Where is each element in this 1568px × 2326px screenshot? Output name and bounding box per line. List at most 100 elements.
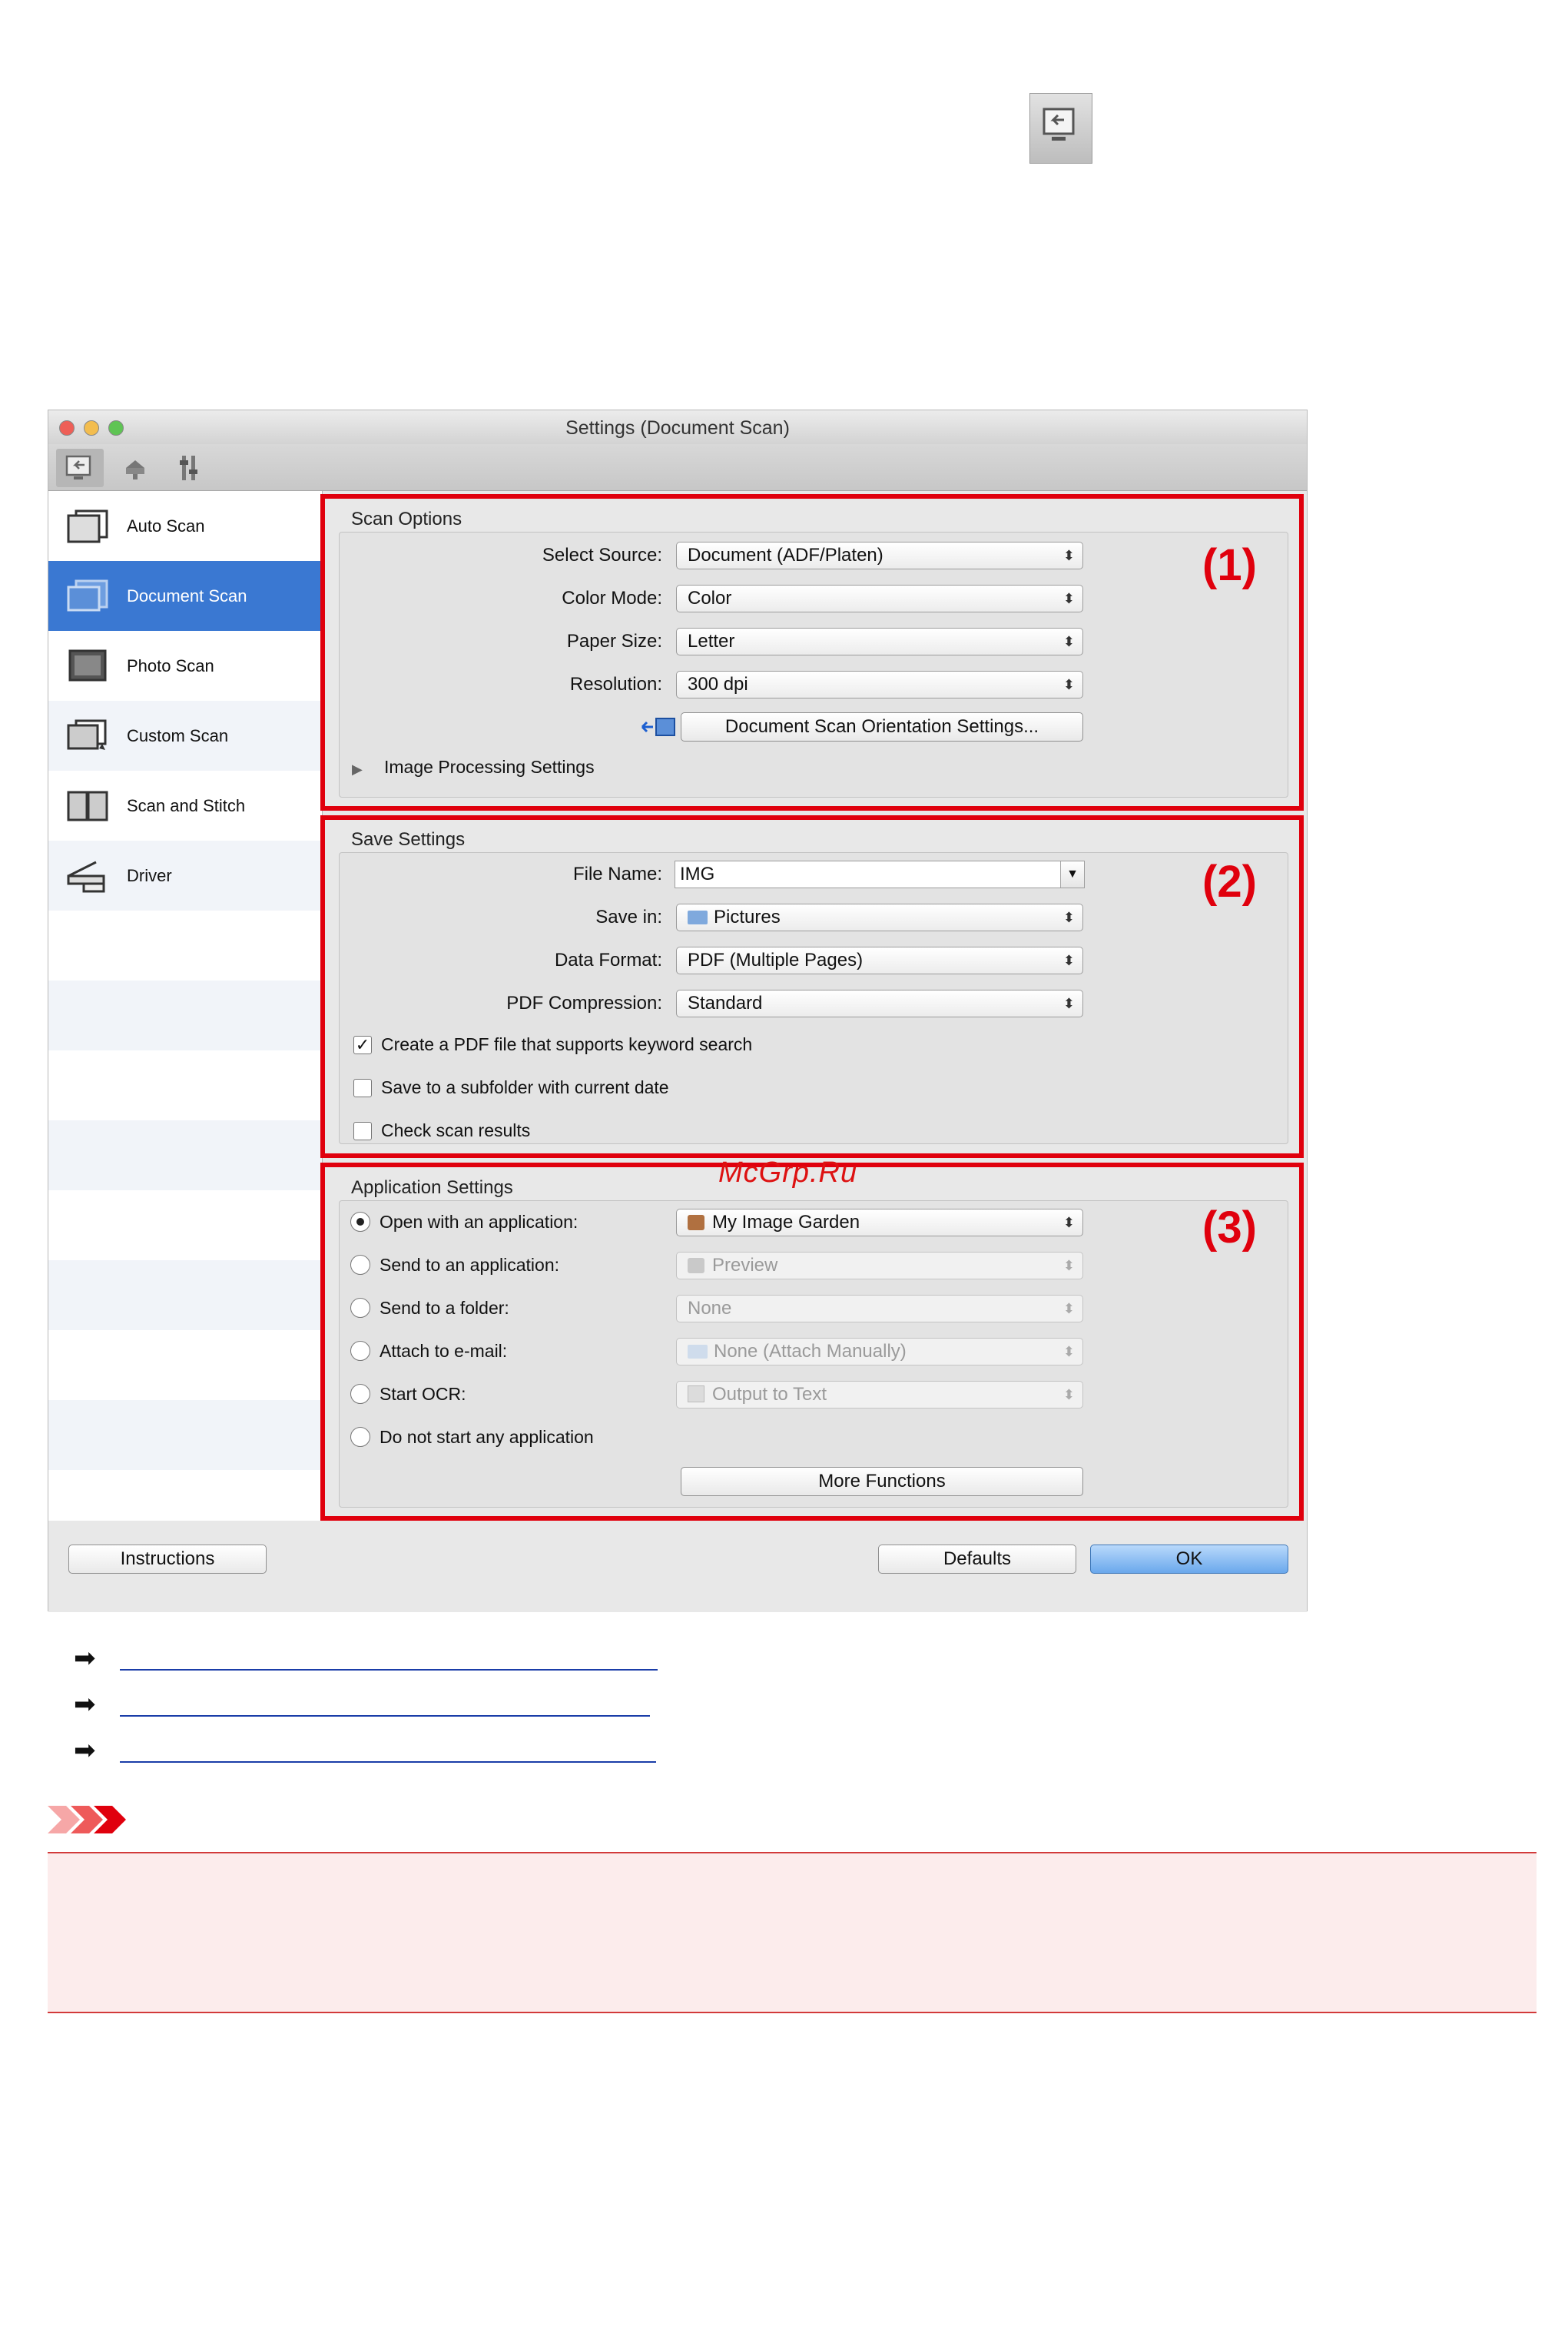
color-mode-popup[interactable]: Color ⬍	[676, 585, 1083, 612]
save-in-value: Pictures	[714, 907, 781, 927]
popup-arrows-icon: ⬍	[1062, 1215, 1075, 1230]
title-bar: Settings (Document Scan)	[48, 410, 1307, 445]
folder-icon	[688, 911, 708, 924]
start-ocr-label: Start OCR:	[380, 1384, 466, 1404]
color-mode-value: Color	[688, 588, 732, 609]
link-row-1[interactable]: ➡	[74, 1643, 688, 1674]
watermark: McGrp.Ru	[718, 1156, 858, 1189]
popup-arrows-icon: ⬍	[1062, 634, 1075, 649]
tab-scan-from-operation-panel[interactable]	[111, 449, 159, 487]
start-ocr-radio[interactable]	[350, 1384, 370, 1404]
save-settings-box: File Name: IMG ▼ Save in: Pictures ⬍ Data …	[339, 852, 1288, 1144]
photo-scan-icon	[65, 647, 110, 685]
save-in-label: Save in:	[595, 907, 662, 927]
more-functions-button[interactable]: More Functions	[681, 1467, 1083, 1496]
color-mode-label: Color Mode:	[562, 588, 662, 609]
scan-options-box: Select Source: Document (ADF/Platen) ⬍ Co…	[339, 532, 1288, 798]
popup-arrows-icon: ⬍	[1062, 910, 1075, 925]
sidebar-empty-row	[48, 1260, 322, 1330]
instructions-button[interactable]: Instructions	[68, 1545, 267, 1574]
sidebar-item-auto-scan[interactable]: Auto Scan	[48, 491, 322, 561]
send-to-folder-label: Send to a folder:	[380, 1298, 509, 1318]
scan-type-sidebar: Auto Scan Document Scan Photo Scan Custo…	[48, 491, 323, 1521]
attach-email-radio[interactable]	[350, 1341, 370, 1361]
image-processing-label[interactable]: Image Processing Settings	[384, 757, 595, 778]
file-name-combo[interactable]: IMG ▼	[675, 861, 1085, 888]
sidebar-empty-row	[48, 981, 322, 1050]
defaults-button[interactable]: Defaults	[878, 1545, 1076, 1574]
paper-size-popup[interactable]: Letter ⬍	[676, 628, 1083, 655]
resolution-value: 300 dpi	[688, 674, 748, 695]
window-bottom-bar: Instructions Defaults OK	[48, 1521, 1307, 1612]
select-source-label: Select Source:	[542, 545, 662, 566]
pdf-compression-value: Standard	[688, 993, 763, 1014]
scan-and-stitch-icon	[65, 787, 110, 825]
sidebar-item-label: Scan and Stitch	[127, 795, 246, 815]
send-to-app-popup: Preview ⬍	[676, 1252, 1083, 1279]
sidebar-item-photo-scan[interactable]: Photo Scan	[48, 631, 322, 701]
arrow-right-icon: ➡	[74, 1690, 96, 1719]
check-results-checkbox[interactable]	[353, 1122, 372, 1140]
link-underline[interactable]	[120, 1669, 658, 1671]
open-with-app-popup[interactable]: My Image Garden ⬍	[676, 1209, 1083, 1236]
popup-arrows-icon: ⬍	[1062, 953, 1075, 968]
popup-arrows-icon: ⬍	[1062, 1387, 1075, 1402]
check-results-label: Check scan results	[381, 1120, 531, 1140]
tab-general-settings[interactable]	[165, 449, 213, 487]
popup-arrows-icon: ⬍	[1062, 1301, 1075, 1316]
popup-arrows-icon: ⬍	[1062, 677, 1075, 692]
ok-button[interactable]: OK	[1090, 1545, 1288, 1574]
tab-scan-from-computer[interactable]	[56, 449, 104, 487]
no-app-label: Do not start any application	[380, 1427, 594, 1447]
sidebar-item-document-scan[interactable]: Document Scan	[48, 561, 322, 631]
pdf-compression-popup[interactable]: Standard ⬍	[676, 990, 1083, 1017]
sidebar-item-driver[interactable]: Driver	[48, 841, 322, 911]
sidebar-item-label: Document Scan	[127, 586, 247, 606]
open-with-app-label: Open with an application:	[380, 1212, 578, 1232]
page: { "window": { "title": "Settings (Docume…	[0, 0, 1568, 2326]
sidebar-item-label: Custom Scan	[127, 725, 229, 745]
custom-scan-icon	[65, 717, 110, 755]
resolution-popup[interactable]: 300 dpi ⬍	[676, 671, 1083, 698]
keyword-search-checkbox[interactable]: ✓	[353, 1036, 372, 1054]
disclosure-triangle-icon[interactable]: ▶	[352, 762, 363, 778]
general-settings-icon	[180, 456, 197, 480]
send-to-app-radio[interactable]	[350, 1255, 370, 1275]
subfolder-checkbox[interactable]	[353, 1079, 372, 1097]
scanner-icon	[126, 460, 144, 479]
sidebar-item-label: Photo Scan	[127, 655, 214, 675]
link-row-2[interactable]: ➡	[74, 1689, 688, 1720]
save-settings-title: Save Settings	[351, 829, 466, 850]
paper-size-label: Paper Size:	[566, 631, 662, 652]
data-format-popup[interactable]: PDF (Multiple Pages) ⬍	[676, 947, 1083, 974]
save-in-popup[interactable]: Pictures ⬍	[676, 904, 1083, 931]
orientation-settings-button[interactable]: Document Scan Orientation Settings...	[681, 712, 1083, 742]
link-row-3[interactable]: ➡	[74, 1735, 688, 1766]
send-to-folder-radio[interactable]	[350, 1298, 370, 1318]
open-with-app-radio[interactable]	[350, 1212, 370, 1232]
folder-icon	[688, 1345, 708, 1359]
application-settings-box: Open with an application: My Image Garde…	[339, 1200, 1288, 1508]
chevron-down-icon[interactable]: ▼	[1060, 861, 1084, 888]
link-underline[interactable]	[120, 1761, 656, 1763]
preview-icon	[688, 1258, 704, 1273]
keyword-search-label: Create a PDF file that supports keyword …	[381, 1034, 753, 1054]
sidebar-empty-row	[48, 1400, 322, 1470]
settings-toolbar	[48, 444, 1307, 491]
link-underline[interactable]	[120, 1715, 650, 1717]
document-scan-icon	[65, 577, 110, 616]
select-source-popup[interactable]: Document (ADF/Platen) ⬍	[676, 542, 1083, 569]
data-format-label: Data Format:	[554, 950, 662, 971]
popup-arrows-icon: ⬍	[1062, 591, 1075, 606]
send-to-folder-popup: None ⬍	[676, 1295, 1083, 1322]
sidebar-item-scan-and-stitch[interactable]: Scan and Stitch	[48, 771, 322, 841]
sidebar-item-custom-scan[interactable]: Custom Scan	[48, 701, 322, 771]
resolution-label: Resolution:	[569, 674, 662, 695]
subfolder-label: Save to a subfolder with current date	[381, 1077, 669, 1097]
popup-arrows-icon: ⬍	[1062, 1344, 1075, 1359]
image-garden-icon	[688, 1215, 704, 1230]
send-to-app-label: Send to an application:	[380, 1255, 560, 1275]
important-icon	[48, 1803, 132, 1837]
send-to-folder-value: None	[688, 1298, 732, 1319]
no-app-radio[interactable]	[350, 1427, 370, 1447]
